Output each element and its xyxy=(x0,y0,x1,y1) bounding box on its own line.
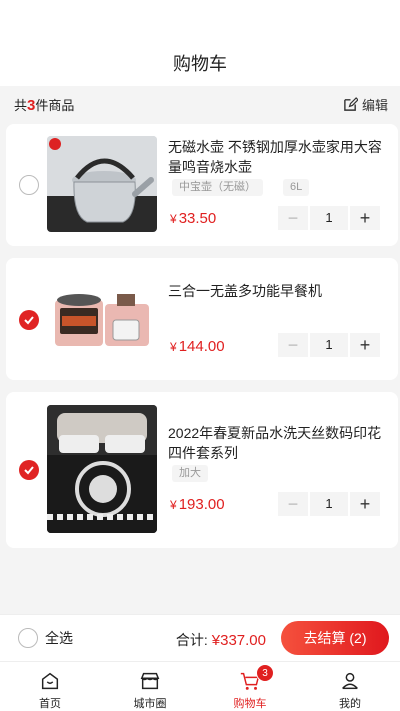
cart-item: 2022年春夏新品水洗天丝数码印花四件套系列 加大 ¥193.00 − 1 + xyxy=(6,392,398,548)
kettle-image xyxy=(47,136,157,232)
count-suffix: 件商品 xyxy=(35,97,75,113)
decrease-button[interactable]: − xyxy=(278,206,308,230)
item-title[interactable]: 无磁水壶 不锈钢加厚水壶家用大容量鸣音烧水壶 xyxy=(168,137,390,177)
currency-symbol: ¥ xyxy=(170,340,177,354)
product-image-kettle[interactable] xyxy=(47,136,157,232)
item-count-text: 共3件商品 xyxy=(14,95,74,114)
tab-label: 购物车 xyxy=(233,698,267,710)
tab-label: 城市圈 xyxy=(133,698,167,710)
select-all-label: 全选 xyxy=(45,630,73,646)
select-all-toggle[interactable]: 全选 xyxy=(18,628,73,648)
currency-symbol: ¥ xyxy=(170,212,177,226)
product-image-breakfast-machine[interactable] xyxy=(47,272,157,368)
tab-cart[interactable]: 购物车 3 xyxy=(200,662,300,711)
home-icon xyxy=(41,672,59,690)
quantity-field[interactable]: 1 xyxy=(310,492,348,516)
price-value: 193.00 xyxy=(178,496,225,513)
cart-summary: 共3件商品 编辑 xyxy=(0,86,400,122)
check-icon xyxy=(24,466,34,475)
price-value: 144.00 xyxy=(178,338,225,355)
edit-label: 编辑 xyxy=(361,97,388,113)
tab-city-circle[interactable]: 城市圈 xyxy=(100,662,200,711)
currency-symbol: ¥ xyxy=(170,498,177,512)
item-price: ¥193.00 xyxy=(170,496,225,513)
cart-badge: 3 xyxy=(256,664,274,682)
item-checkbox[interactable] xyxy=(19,310,39,330)
bedding-image xyxy=(47,405,157,533)
item-checkbox[interactable] xyxy=(19,175,39,195)
currency-symbol: ¥ xyxy=(211,632,221,649)
edit-icon xyxy=(344,96,358,111)
item-title[interactable]: 2022年春夏新品水洗天丝数码印花四件套系列 xyxy=(168,423,390,463)
bottom-tab-bar: 首页 城市圈 购物车 3 我的 xyxy=(0,661,400,711)
count-prefix: 共 xyxy=(14,97,28,113)
increase-button[interactable]: + xyxy=(350,492,380,516)
page-title: 购物车 xyxy=(173,54,227,74)
tab-mine[interactable]: 我的 xyxy=(300,662,400,711)
item-title[interactable]: 三合一无盖多功能早餐机 xyxy=(168,281,390,301)
total-amount: ¥337.00 xyxy=(212,632,266,649)
decrease-button[interactable]: − xyxy=(278,333,308,357)
total-value: 337.00 xyxy=(220,632,266,649)
quantity-stepper: − 1 + xyxy=(278,333,380,357)
cart-item: 无磁水壶 不锈钢加厚水壶家用大容量鸣音烧水壶 中宝壶（无磁） 6L ¥33.50… xyxy=(6,124,398,246)
checkout-button[interactable]: 去结算 (2) xyxy=(281,621,389,655)
tab-label: 首页 xyxy=(39,698,61,710)
store-icon xyxy=(140,672,160,690)
item-spec: 中宝壶（无磁） xyxy=(172,179,263,196)
item-checkbox[interactable] xyxy=(19,460,39,480)
quantity-field[interactable]: 1 xyxy=(310,206,348,230)
breakfast-machine-image xyxy=(55,294,149,346)
quantity-stepper: − 1 + xyxy=(278,206,380,230)
quantity-stepper: − 1 + xyxy=(278,492,380,516)
tab-home[interactable]: 首页 xyxy=(0,662,100,711)
decrease-button[interactable]: − xyxy=(278,492,308,516)
total-label: 合计: xyxy=(175,632,208,648)
header: 购物车 xyxy=(0,0,400,86)
quantity-field[interactable]: 1 xyxy=(310,333,348,357)
check-icon xyxy=(24,316,34,325)
tab-label: 我的 xyxy=(339,698,361,710)
total-price: 合计: ¥337.00 xyxy=(176,630,266,650)
item-spec: 加大 xyxy=(172,465,208,482)
increase-button[interactable]: + xyxy=(350,333,380,357)
select-all-checkbox[interactable] xyxy=(18,628,38,648)
item-spec: 6L xyxy=(283,179,310,196)
product-image-bedding[interactable] xyxy=(47,405,157,533)
item-price: ¥144.00 xyxy=(170,338,225,355)
user-icon xyxy=(342,672,358,690)
price-value: 33.50 xyxy=(178,210,217,227)
cart-item: 三合一无盖多功能早餐机 ¥144.00 − 1 + xyxy=(6,258,398,380)
increase-button[interactable]: + xyxy=(350,206,380,230)
edit-button[interactable]: 编辑 xyxy=(343,95,388,114)
item-price: ¥33.50 xyxy=(170,210,216,227)
checkout-bar: 全选 合计: ¥337.00 去结算 (2) xyxy=(0,614,400,661)
